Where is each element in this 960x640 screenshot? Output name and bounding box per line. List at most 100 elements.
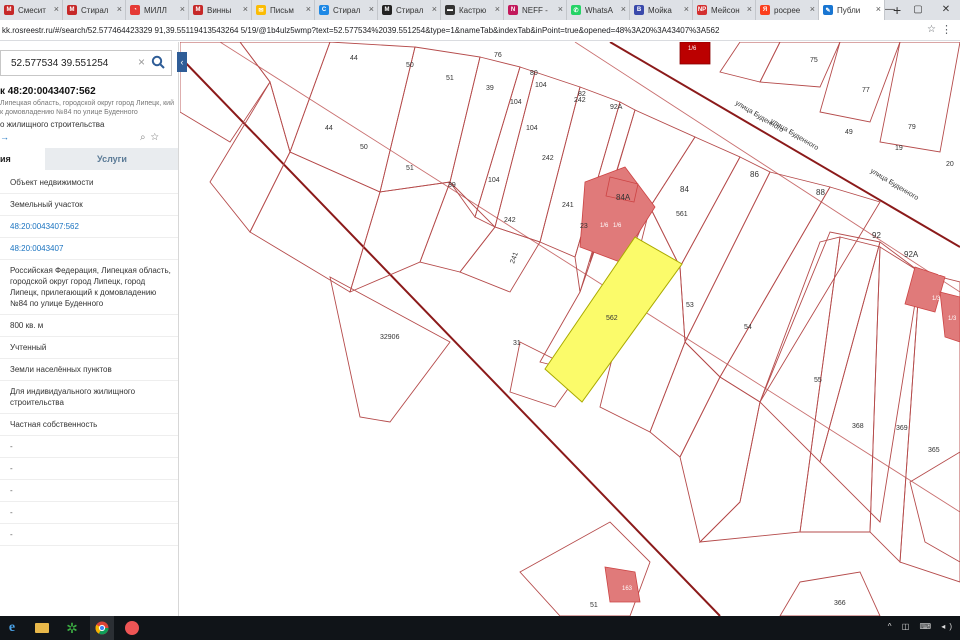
tab-favicon-icon: M	[4, 5, 14, 15]
browser-tab[interactable]: C Стирал ×	[315, 0, 378, 20]
building-label: 1/6	[613, 223, 622, 229]
close-tab-icon[interactable]: ×	[117, 4, 122, 14]
menu-icon[interactable]: ⋮	[941, 23, 952, 36]
parcel-number: 92А	[610, 104, 623, 111]
address-bar[interactable]: kk.rosreestr.ru/#/search/52.577464423329…	[0, 20, 960, 41]
close-tab-icon[interactable]: ×	[684, 4, 689, 14]
parcel-number: 51	[446, 75, 454, 82]
tab-label: Смесит	[18, 5, 46, 15]
favorite-star-icon[interactable]: ☆	[151, 132, 164, 143]
info-row: Земельный участок	[0, 194, 178, 216]
browser-tab[interactable]: N NEFF - ×	[504, 0, 567, 20]
building-label: 1/3	[948, 316, 957, 322]
tab-favicon-icon: M	[67, 5, 77, 15]
tab-label: Письм	[270, 5, 294, 15]
url-text[interactable]: kk.rosreestr.ru/#/search/52.577464423329…	[0, 26, 915, 35]
parcel-number: 79	[908, 124, 916, 131]
parcel-number: 49	[845, 129, 853, 136]
ie-icon[interactable]: e	[0, 616, 24, 640]
browser-tab[interactable]: NP Мейсон ×	[693, 0, 756, 20]
info-row[interactable]: 48:20:0043407	[0, 238, 178, 260]
parcel-number: 80	[530, 70, 538, 77]
tab-services[interactable]: Услуги	[45, 148, 178, 170]
browser-tab[interactable]: ✉ Письм ×	[252, 0, 315, 20]
close-window-icon[interactable]: ✕	[932, 0, 960, 20]
search-icon[interactable]	[151, 55, 165, 69]
bookmark-star-icon[interactable]: ☆	[927, 24, 936, 35]
info-row[interactable]: 48:20:0043407:562	[0, 216, 178, 238]
street-label: улица Буденного	[769, 118, 820, 152]
close-tab-icon[interactable]: ×	[558, 4, 563, 14]
app-green-icon[interactable]: ✲	[60, 616, 84, 640]
parcel-number: 23	[580, 223, 588, 230]
close-tab-icon[interactable]: ×	[306, 4, 311, 14]
browser-tab[interactable]: M Смесит ×	[0, 0, 63, 20]
parcel-number: 104	[535, 82, 547, 89]
browser-tab[interactable]: M Стирал ×	[378, 0, 441, 20]
close-tab-icon[interactable]: ×	[495, 4, 500, 14]
parcel-number: 44	[325, 125, 333, 132]
close-tab-icon[interactable]: ×	[180, 4, 185, 14]
parcel-number: 242	[542, 155, 554, 162]
close-tab-icon[interactable]: ×	[747, 4, 752, 14]
info-row: 800 кв. м	[0, 315, 178, 337]
tab-favicon-icon: B	[634, 5, 644, 15]
parcel-number: 365	[928, 447, 940, 454]
parcel-number: 562	[606, 315, 618, 322]
info-row: -	[0, 458, 178, 480]
browser-tab[interactable]: M Стирал ×	[63, 0, 126, 20]
tab-label: Стирал	[333, 5, 361, 15]
parcel-number: 31	[513, 340, 521, 347]
folder-icon[interactable]	[30, 616, 54, 640]
app-red-icon[interactable]	[120, 616, 144, 640]
parcel-number: 242	[574, 97, 586, 104]
maximize-icon[interactable]: ▢	[904, 0, 932, 20]
cadastral-map[interactable]: улица Буденного улица Буденного улица Бу…	[180, 42, 960, 616]
system-tray[interactable]: ^ ◫ ⌨ ◂)	[888, 622, 956, 631]
parcel-number: 369	[896, 425, 908, 432]
clear-icon[interactable]: ×	[138, 55, 145, 69]
parcel-number: 92А	[904, 250, 919, 259]
tab-info[interactable]: ия	[0, 148, 45, 170]
tab-label: Кастрю	[459, 5, 487, 15]
arrow-icon[interactable]: →	[0, 132, 9, 142]
parcel-number: 44	[350, 55, 358, 62]
parcel-number: 104	[526, 125, 538, 132]
close-tab-icon[interactable]: ×	[54, 4, 59, 14]
close-tab-icon[interactable]: ×	[621, 4, 626, 14]
map-canvas[interactable]: улица Буденного улица Буденного улица Бу…	[180, 42, 960, 616]
browser-tab[interactable]: ◔ МИЛЛ ×	[126, 0, 189, 20]
chrome-icon[interactable]	[90, 616, 114, 640]
browser-tab[interactable]: Яросрее ×	[756, 0, 819, 20]
close-tab-icon[interactable]: ×	[432, 4, 437, 14]
parcel-number: 54	[744, 324, 752, 331]
tab-favicon-icon: ◔	[130, 5, 140, 15]
parcel-number: 241	[509, 251, 520, 264]
street-label: улица Буденного	[869, 168, 920, 202]
close-tab-icon[interactable]: ×	[810, 4, 815, 14]
building-label: 1/6	[688, 46, 697, 52]
browser-tab[interactable]: ✆ WhatsA ×	[567, 0, 630, 20]
minimize-icon[interactable]: —	[876, 0, 904, 20]
tab-favicon-icon: N	[508, 5, 518, 15]
browser-tab[interactable]: ▬ Кастрю ×	[441, 0, 504, 20]
parcel-number: 88	[816, 188, 825, 197]
collapse-sidebar-chevron-icon[interactable]: ‹	[177, 52, 187, 72]
search-input[interactable]	[11, 57, 131, 69]
parcel-number: 84А	[616, 193, 631, 202]
parcel-number: 561	[676, 211, 688, 218]
close-tab-icon[interactable]: ×	[243, 4, 248, 14]
parcel-number: 39	[486, 85, 494, 92]
window-controls: — ▢ ✕	[876, 0, 960, 20]
close-tab-icon[interactable]: ×	[369, 4, 374, 14]
tab-label: NEFF -	[522, 5, 548, 15]
browser-tab[interactable]: M Винны ×	[189, 0, 252, 20]
parcel-number: 75	[810, 57, 818, 64]
object-title: к 48:20:0043407:562	[0, 86, 96, 97]
info-row: Частная собственность	[0, 414, 178, 436]
object-purpose: о жилищного строительства	[0, 120, 105, 129]
tab-favicon-icon: M	[193, 5, 203, 15]
browser-tab[interactable]: B Мойка ×	[630, 0, 693, 20]
parcel-number: 92	[872, 231, 881, 240]
zoom-to-icon[interactable]: ⌕	[140, 132, 151, 143]
